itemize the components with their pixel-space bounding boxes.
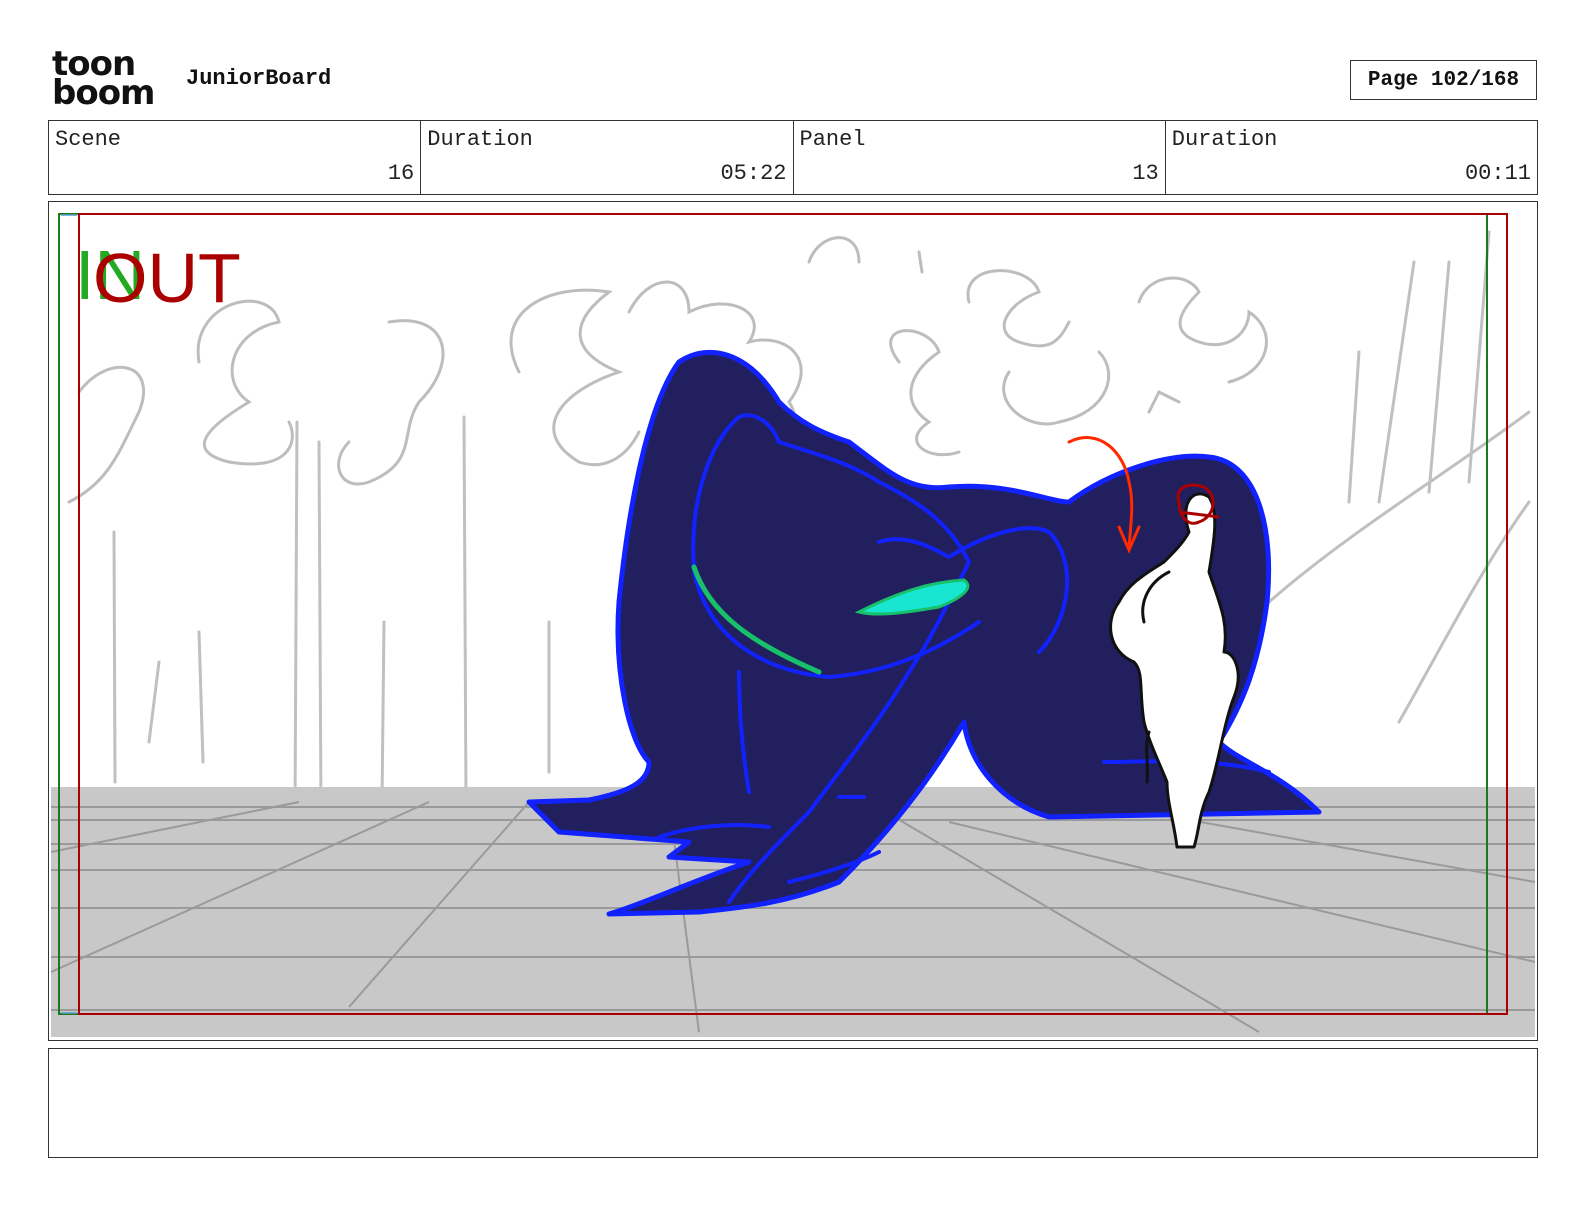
scene-info-bar: Scene 16 Duration 05:22 Panel 13 Duratio…	[48, 120, 1538, 195]
panel-label: Panel	[799, 127, 866, 152]
storyboard-panel: IN OUT	[48, 201, 1538, 1041]
panel-duration-value: 00:11	[1464, 161, 1531, 186]
app-name: JuniorBoard	[186, 66, 332, 91]
scene-label: Scene	[55, 127, 122, 152]
logo-bottom-text: boom	[52, 73, 155, 113]
page-indicator: Page 102/168	[1350, 60, 1537, 100]
panel-duration-cell: Duration 00:11	[1166, 121, 1537, 194]
scene-duration-label: Duration	[427, 127, 533, 152]
toonboom-logo: toon boom	[52, 47, 164, 113]
panel-cell: Panel 13	[794, 121, 1166, 194]
panel-drawing: IN OUT	[50, 213, 1536, 1037]
out-label: OUT	[93, 239, 241, 317]
scene-duration-cell: Duration 05:22	[421, 121, 794, 194]
scene-value: 16	[387, 161, 415, 186]
panel-notes-area	[48, 1048, 1538, 1158]
scene-cell: Scene 16	[49, 121, 422, 194]
panel-duration-label: Duration	[1171, 127, 1278, 152]
panel-value: 13	[1132, 161, 1159, 186]
scene-duration-value: 05:22	[720, 161, 787, 186]
